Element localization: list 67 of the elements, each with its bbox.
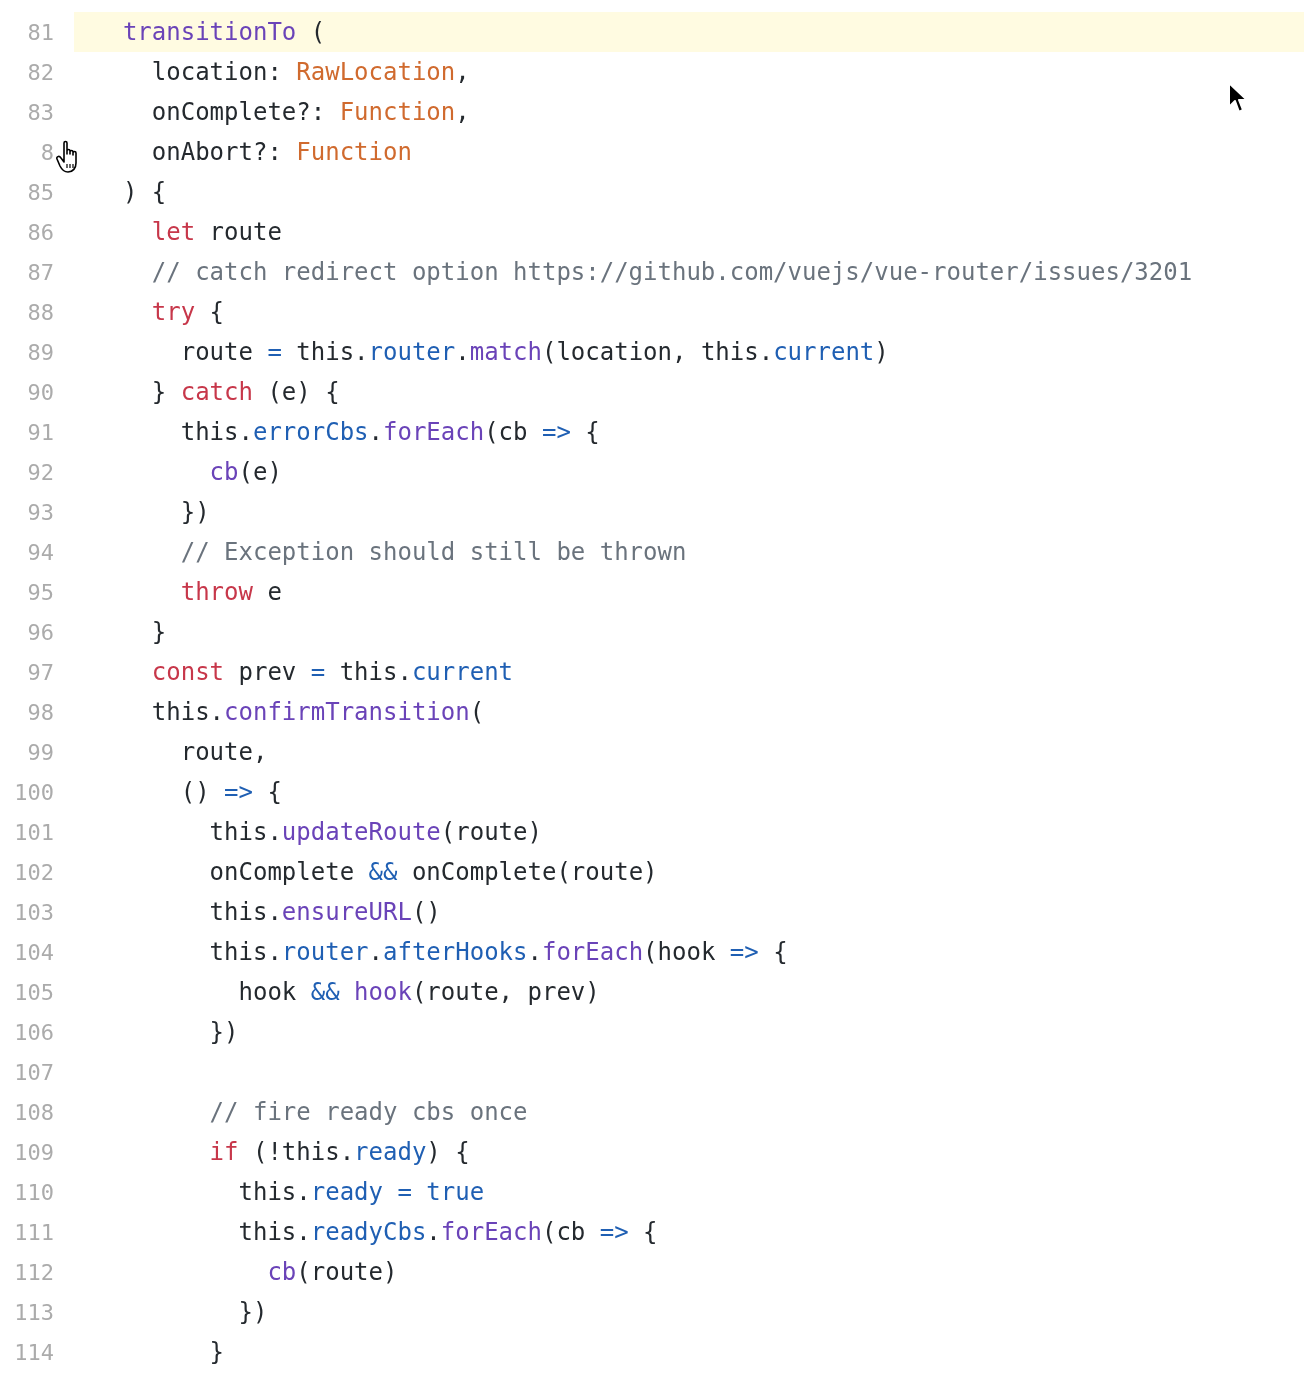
code-line: this.ensureURL(): [208, 898, 441, 926]
code-line: this.errorCbs.forEach(cb => {: [179, 418, 600, 446]
line-number: 8: [39, 139, 54, 165]
line-number: 99: [26, 739, 54, 765]
line-number: 92: [26, 459, 54, 485]
line-number: 86: [26, 219, 54, 245]
line-number: 101: [13, 819, 54, 845]
line-number: 114: [13, 1339, 54, 1365]
line-number: 108: [13, 1099, 54, 1125]
code-line: ) {: [121, 178, 167, 206]
code-line: }: [150, 618, 167, 646]
line-number: 106: [13, 1019, 54, 1045]
line-number: 96: [26, 619, 54, 645]
line-number: 93: [26, 499, 54, 525]
line-number: 95: [26, 579, 54, 605]
code-line: // fire ready cbs once: [208, 1098, 528, 1126]
line-number: 100: [13, 779, 54, 805]
line-number: 88: [26, 299, 54, 325]
code-line: }: [208, 1338, 225, 1366]
line-number: 89: [26, 339, 54, 365]
code-line: route,: [179, 738, 268, 766]
line-number: 109: [13, 1139, 54, 1165]
code-line: this.router.afterHooks.forEach(hook => {: [208, 938, 788, 966]
code-line: cb(route): [266, 1258, 398, 1286]
line-number: 102: [13, 859, 54, 885]
code-line: this.readyCbs.forEach(cb => {: [237, 1218, 658, 1246]
code-line: this.ready = true: [237, 1178, 485, 1206]
code-line: }): [237, 1298, 268, 1326]
code-line: location: RawLocation,: [150, 58, 470, 86]
code-line: } catch (e) {: [150, 378, 340, 406]
code-line: }): [208, 1018, 239, 1046]
code-line: try {: [150, 298, 225, 326]
code-line: this.confirmTransition(: [150, 698, 485, 726]
code-line: () => {: [179, 778, 282, 806]
line-number: 82: [26, 59, 54, 85]
code-line: const prev = this.current: [150, 658, 514, 686]
code-line: onAbort?: Function: [150, 138, 412, 166]
line-number: 98: [26, 699, 54, 725]
line-number: 94: [26, 539, 54, 565]
code-line: // catch redirect option https://github.com/vuejs/vue-router/issues/3201: [150, 258, 1193, 286]
code-line: onComplete?: Function,: [150, 98, 470, 126]
line-number: 81: [26, 19, 54, 45]
line-number: 97: [26, 659, 54, 685]
line-number: 91: [26, 419, 54, 445]
line-number: 111: [13, 1219, 54, 1245]
code-line: // Exception should still be thrown: [179, 538, 687, 566]
line-number: 90: [26, 379, 54, 405]
code-line: throw e: [179, 578, 282, 606]
line-number: 112: [13, 1259, 54, 1285]
line-number: 103: [13, 899, 54, 925]
line-number: 83: [26, 99, 54, 125]
code-line: onComplete && onComplete(route): [208, 858, 658, 886]
code-line: cb(e): [208, 458, 282, 486]
code-line: }): [179, 498, 210, 526]
line-number: 110: [13, 1179, 54, 1205]
line-number: 87: [26, 259, 54, 285]
code-line: this.updateRoute(route): [208, 818, 542, 846]
line-number: 104: [13, 939, 54, 965]
code-line: let route: [150, 218, 282, 246]
line-number: 113: [13, 1299, 54, 1325]
code-line: hook && hook(route, prev): [237, 978, 600, 1006]
code-line: route = this.router.match(location, this.current): [179, 338, 889, 366]
line-number: 85: [26, 179, 54, 205]
code-line: transitionTo (: [121, 18, 326, 46]
code-line: if (!this.ready) {: [208, 1138, 470, 1166]
line-number: 107: [13, 1059, 54, 1085]
line-number: 105: [13, 979, 54, 1005]
